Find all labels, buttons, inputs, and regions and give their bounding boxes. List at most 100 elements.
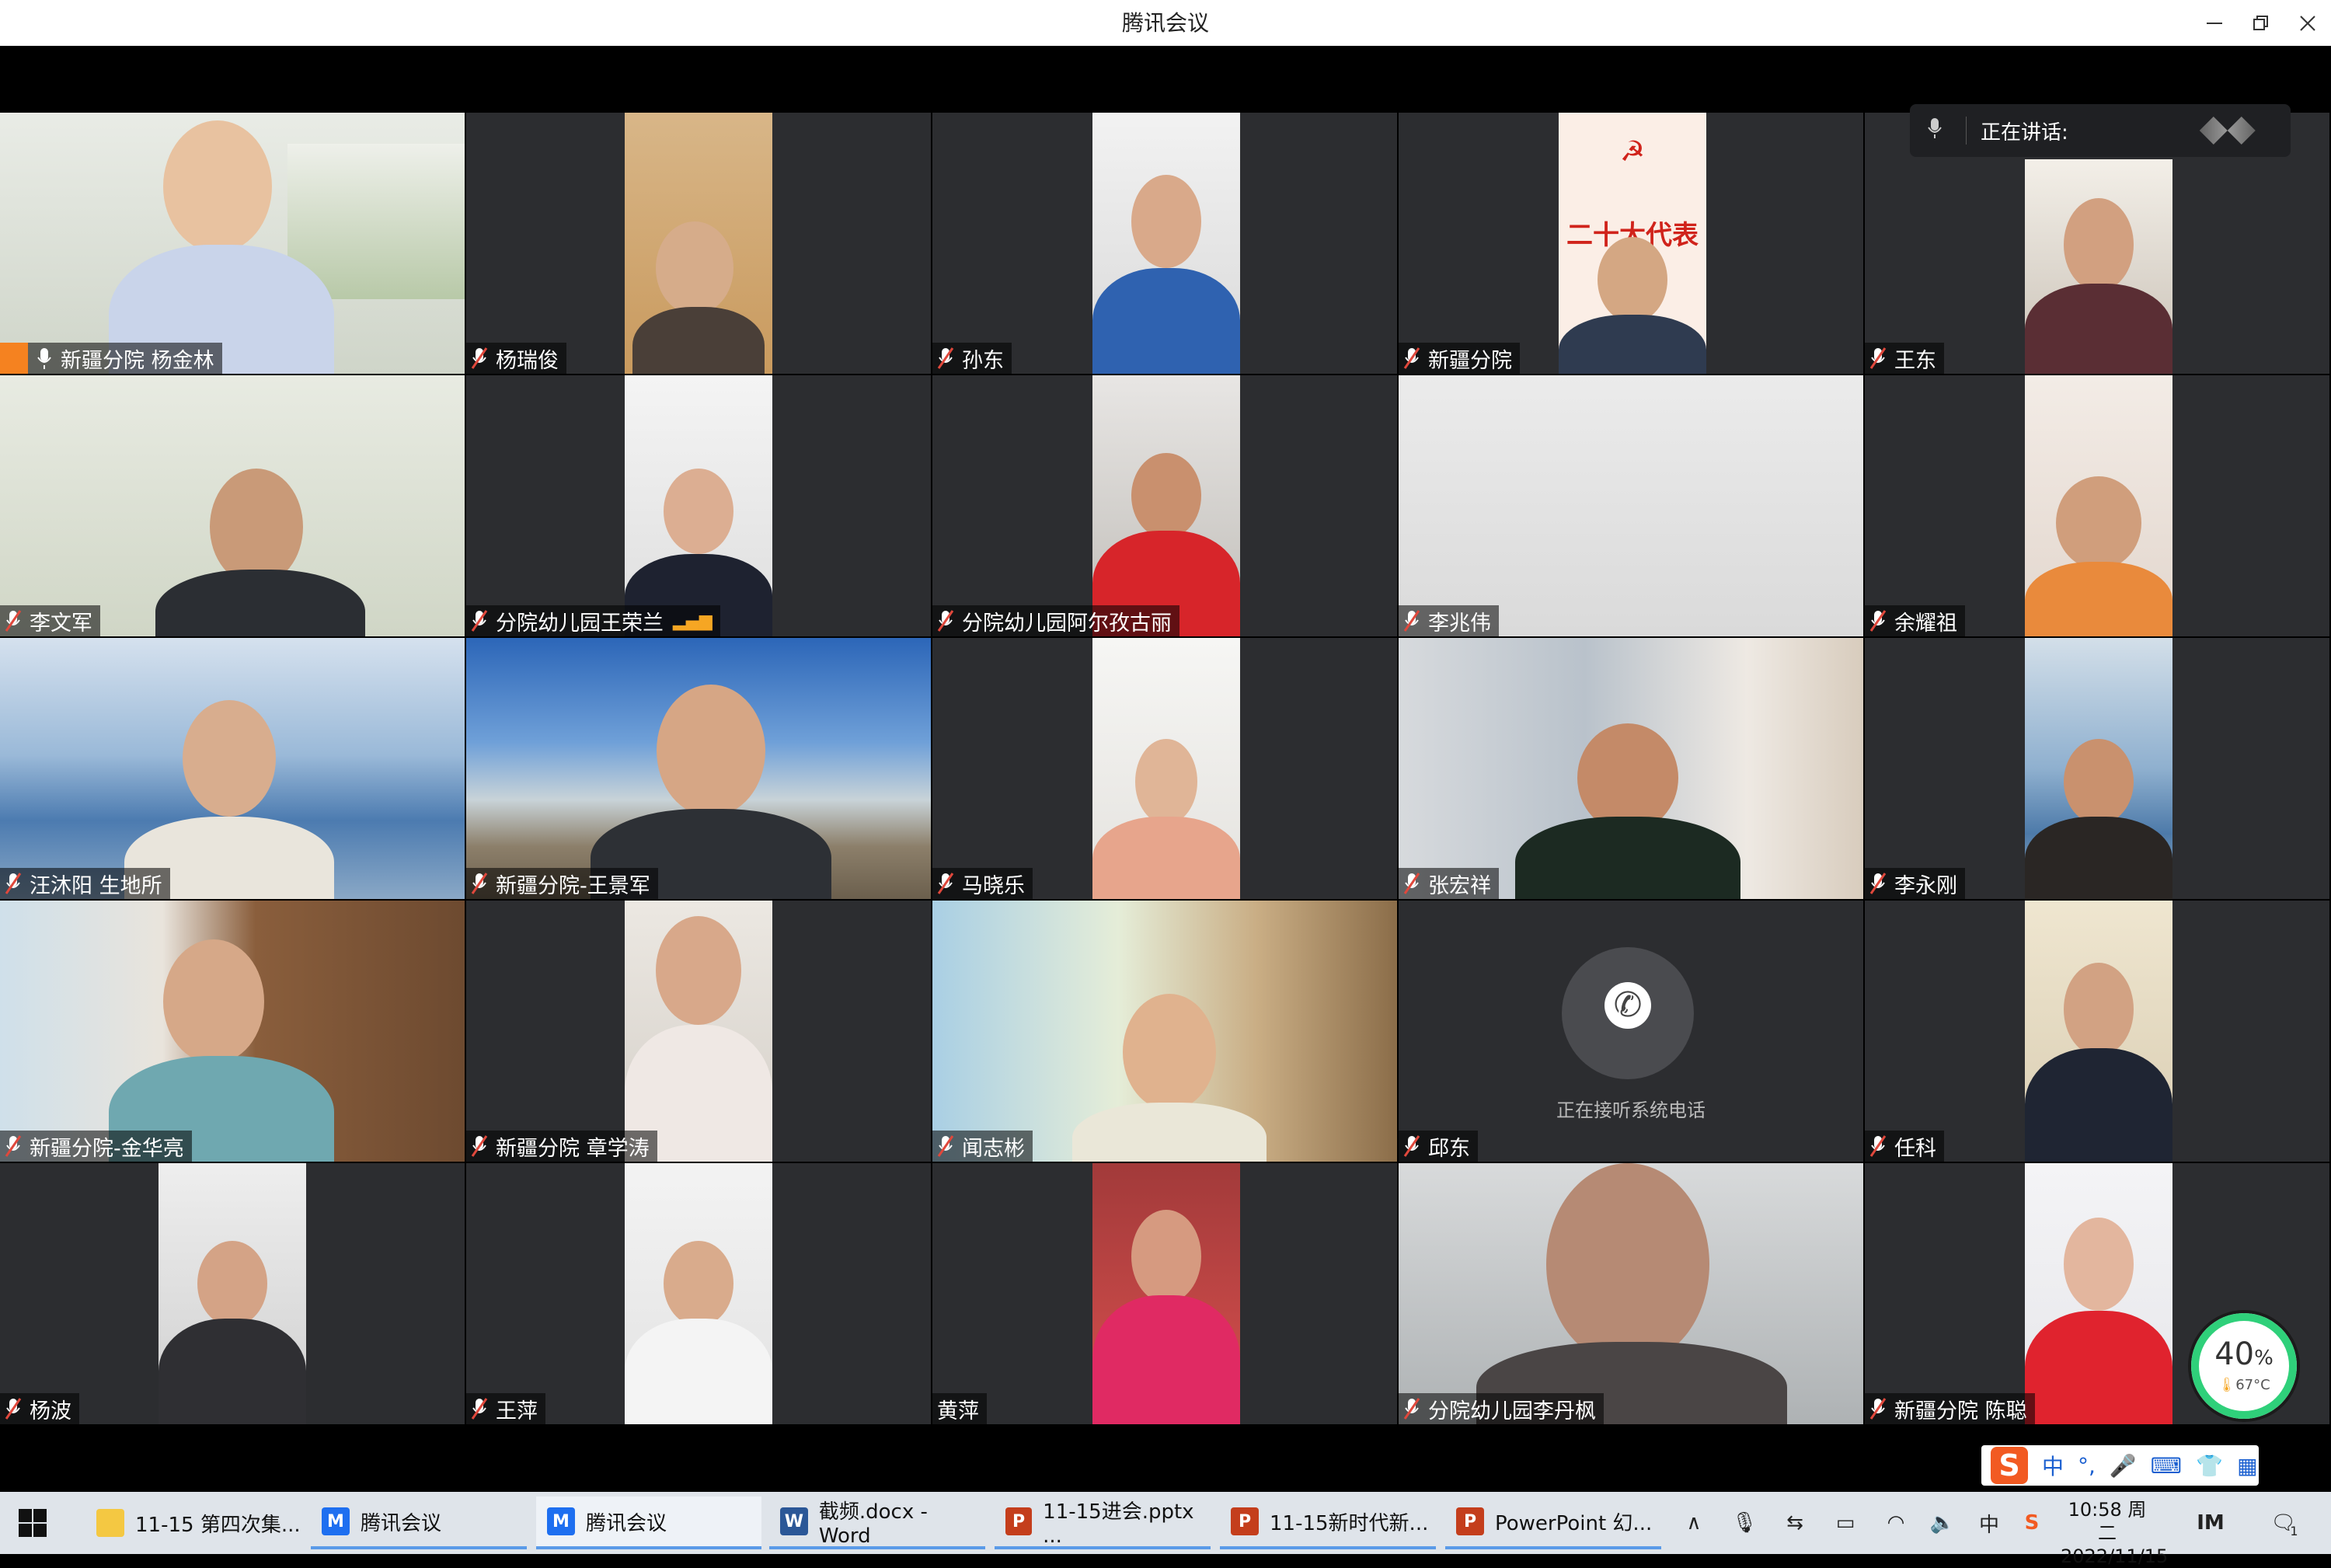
participant-tile[interactable]: 杨波 bbox=[0, 1163, 465, 1424]
participant-tile[interactable]: 汪沐阳 生地所 bbox=[0, 638, 465, 899]
participant-name: 李兆伟 bbox=[1428, 611, 1491, 636]
speaking-label: 正在讲话: bbox=[1981, 120, 2068, 145]
minimize-icon bbox=[2207, 22, 2222, 24]
participant-name-bar: 新疆分院 杨金林 bbox=[0, 343, 222, 374]
participant-name-bar: 任科 bbox=[1865, 1131, 1944, 1162]
participant-tile[interactable]: 二十大代表 ☭ 新疆分院 bbox=[1399, 113, 1863, 374]
video-feed bbox=[0, 375, 465, 636]
wifi-icon[interactable]: ◠ bbox=[1880, 1492, 1911, 1554]
restore-button[interactable] bbox=[2238, 0, 2284, 46]
taskbar-item-label: 11-15 第四次集... bbox=[135, 1513, 301, 1537]
taskbar-item-powerpoint-2[interactable]: P 11-15新时代新... bbox=[1220, 1497, 1436, 1549]
close-button[interactable] bbox=[2284, 0, 2331, 46]
participant-tile[interactable]: 王萍 bbox=[466, 1163, 931, 1424]
mic-muted-icon bbox=[471, 1397, 488, 1420]
taskbar-item-meeting[interactable]: M 腾讯会议 bbox=[311, 1497, 527, 1549]
sogou-logo-icon[interactable]: S bbox=[1991, 1447, 2028, 1484]
participant-tile[interactable]: 新疆分院 章学涛 bbox=[466, 901, 931, 1162]
participant-tile[interactable]: ✆ 正在接听系统电话 邱东 bbox=[1399, 901, 1863, 1162]
mic-muted-icon bbox=[1403, 1134, 1420, 1158]
participant-name: 分院幼儿园阿尔孜古丽 bbox=[962, 611, 1172, 636]
participant-tile[interactable]: 李永刚 bbox=[1865, 638, 2329, 899]
participant-name-bar: 新疆分院-金华亮 bbox=[0, 1131, 192, 1162]
sogou-tray-icon[interactable]: S bbox=[2016, 1492, 2047, 1554]
mic-muted-icon bbox=[1869, 1397, 1887, 1420]
battery-icon[interactable]: ▭ bbox=[1830, 1492, 1861, 1554]
participant-name: 马晓乐 bbox=[962, 873, 1025, 898]
cpu-usage-gauge[interactable]: 40% 🌡67°C bbox=[2191, 1313, 2297, 1419]
participant-tile[interactable]: 马晓乐 bbox=[932, 638, 1397, 899]
settings-sliders-icon[interactable]: ⇆ bbox=[1779, 1492, 1810, 1554]
participant-name-bar: 邱东 bbox=[1399, 1131, 1478, 1162]
participant-name: 分院幼儿园李丹枫 bbox=[1428, 1399, 1596, 1423]
notification-center-button[interactable]: 🗨 1 bbox=[2261, 1492, 2308, 1554]
start-button[interactable] bbox=[17, 1507, 48, 1538]
phone-icon: ✆ bbox=[1605, 982, 1651, 1029]
video-feed bbox=[2025, 159, 2172, 374]
taskbar-item-word[interactable]: W 截频.docx - Word bbox=[769, 1497, 985, 1549]
keyboard-icon[interactable]: ⌨ bbox=[2151, 1453, 2182, 1479]
avatar: ✆ bbox=[1562, 947, 1694, 1079]
participant-tile[interactable]: 新疆分院 杨金林 bbox=[0, 113, 465, 374]
participant-tile[interactable]: 分院幼儿园阿尔孜古丽 bbox=[932, 375, 1397, 636]
participant-tile[interactable]: 新疆分院-金华亮 bbox=[0, 901, 465, 1162]
participant-tile[interactable]: 闻志彬 bbox=[932, 901, 1397, 1162]
powerpoint-icon: P bbox=[1231, 1507, 1259, 1535]
taskbar-item-label: PowerPoint 幻... bbox=[1495, 1511, 1653, 1535]
mic-muted-icon bbox=[1869, 347, 1887, 370]
video-feed bbox=[625, 375, 772, 636]
taskbar-item-explorer[interactable]: 11-15 第四次集... bbox=[85, 1497, 301, 1549]
participant-name-bar: 汪沐阳 生地所 bbox=[0, 868, 170, 899]
mic-muted-icon bbox=[937, 872, 954, 895]
mic-icon bbox=[36, 347, 53, 370]
thermometer-icon: 🌡 bbox=[2218, 1377, 2236, 1393]
participant-name-bar: 分院幼儿园阿尔孜古丽 bbox=[932, 605, 1179, 636]
participant-name: 新疆分院 章学涛 bbox=[496, 1136, 650, 1161]
cpu-percent-unit: % bbox=[2254, 1347, 2274, 1370]
ime-punct-toggle[interactable]: °, bbox=[2078, 1453, 2096, 1479]
chevron-up-icon[interactable]: ∧ bbox=[1678, 1492, 1709, 1554]
participant-tile[interactable]: 分院幼儿园王荣兰 ▂▄▆ bbox=[466, 375, 931, 636]
participant-name: 张宏祥 bbox=[1428, 873, 1491, 898]
participant-name-bar: 李永刚 bbox=[1865, 868, 1965, 899]
participant-tile[interactable]: 李兆伟 bbox=[1399, 375, 1863, 636]
participant-tile[interactable]: 李文军 bbox=[0, 375, 465, 636]
microphone-icon[interactable]: 🎙 bbox=[1729, 1492, 1760, 1554]
ime-toolbar: S 中 °, 🎤 ⌨ 👕 ▦ bbox=[1981, 1445, 2259, 1486]
participant-tile[interactable]: 杨瑞俊 bbox=[466, 113, 931, 374]
participant-tile[interactable]: 黄萍 bbox=[932, 1163, 1397, 1424]
participant-name: 任科 bbox=[1894, 1136, 1936, 1161]
taskbar-item-meeting-active[interactable]: M 腾讯会议 bbox=[536, 1497, 761, 1549]
participant-tile[interactable]: 任科 bbox=[1865, 901, 2329, 1162]
volume-icon[interactable]: 🔈 bbox=[1927, 1492, 1958, 1554]
mic-muted-icon bbox=[937, 609, 954, 632]
participant-tile[interactable]: 新疆分院-王景军 bbox=[466, 638, 931, 899]
mic-muted-icon bbox=[937, 347, 954, 370]
close-icon bbox=[2300, 15, 2315, 31]
participant-tile[interactable]: 孙东 bbox=[932, 113, 1397, 374]
participant-name: 邱东 bbox=[1428, 1136, 1470, 1161]
mic-muted-icon bbox=[5, 609, 22, 632]
voice-input-icon[interactable]: 🎤 bbox=[2110, 1453, 2137, 1479]
toolbox-icon[interactable]: ▦ bbox=[2237, 1453, 2257, 1479]
tencent-meeting-icon: M bbox=[547, 1507, 575, 1535]
taskbar-item-slideshow[interactable]: P PowerPoint 幻... bbox=[1445, 1497, 1661, 1549]
taskbar-item-powerpoint-1[interactable]: P 11-15进会.pptx ... bbox=[995, 1497, 1211, 1549]
clock-time: 10:58 周二 bbox=[2068, 1499, 2147, 1544]
ime-lang-toggle[interactable]: 中 bbox=[2042, 1450, 2064, 1481]
participant-name: 杨波 bbox=[30, 1399, 71, 1423]
minimize-button[interactable] bbox=[2191, 0, 2238, 46]
participant-name-bar: 余耀祖 bbox=[1865, 605, 1965, 636]
participant-name: 杨瑞俊 bbox=[496, 348, 559, 373]
participant-tile[interactable]: 张宏祥 bbox=[1399, 638, 1863, 899]
skin-icon[interactable]: 👕 bbox=[2196, 1453, 2223, 1479]
participant-tile[interactable]: 分院幼儿园李丹枫 bbox=[1399, 1163, 1863, 1424]
video-feed bbox=[0, 638, 465, 899]
participant-name-bar: 新疆分院-王景军 bbox=[466, 868, 658, 899]
app-tray-icon[interactable]: IM bbox=[2191, 1492, 2230, 1554]
taskbar: 11-15 第四次集... M 腾讯会议 M 腾讯会议 W 截频.docx - … bbox=[0, 1492, 2331, 1567]
clock[interactable]: 10:58 周二 2022/11/15 bbox=[2061, 1498, 2168, 1568]
ime-indicator[interactable]: 中 bbox=[1974, 1492, 2005, 1554]
participant-tile[interactable]: 余耀祖 bbox=[1865, 375, 2329, 636]
mic-muted-icon bbox=[471, 609, 488, 632]
